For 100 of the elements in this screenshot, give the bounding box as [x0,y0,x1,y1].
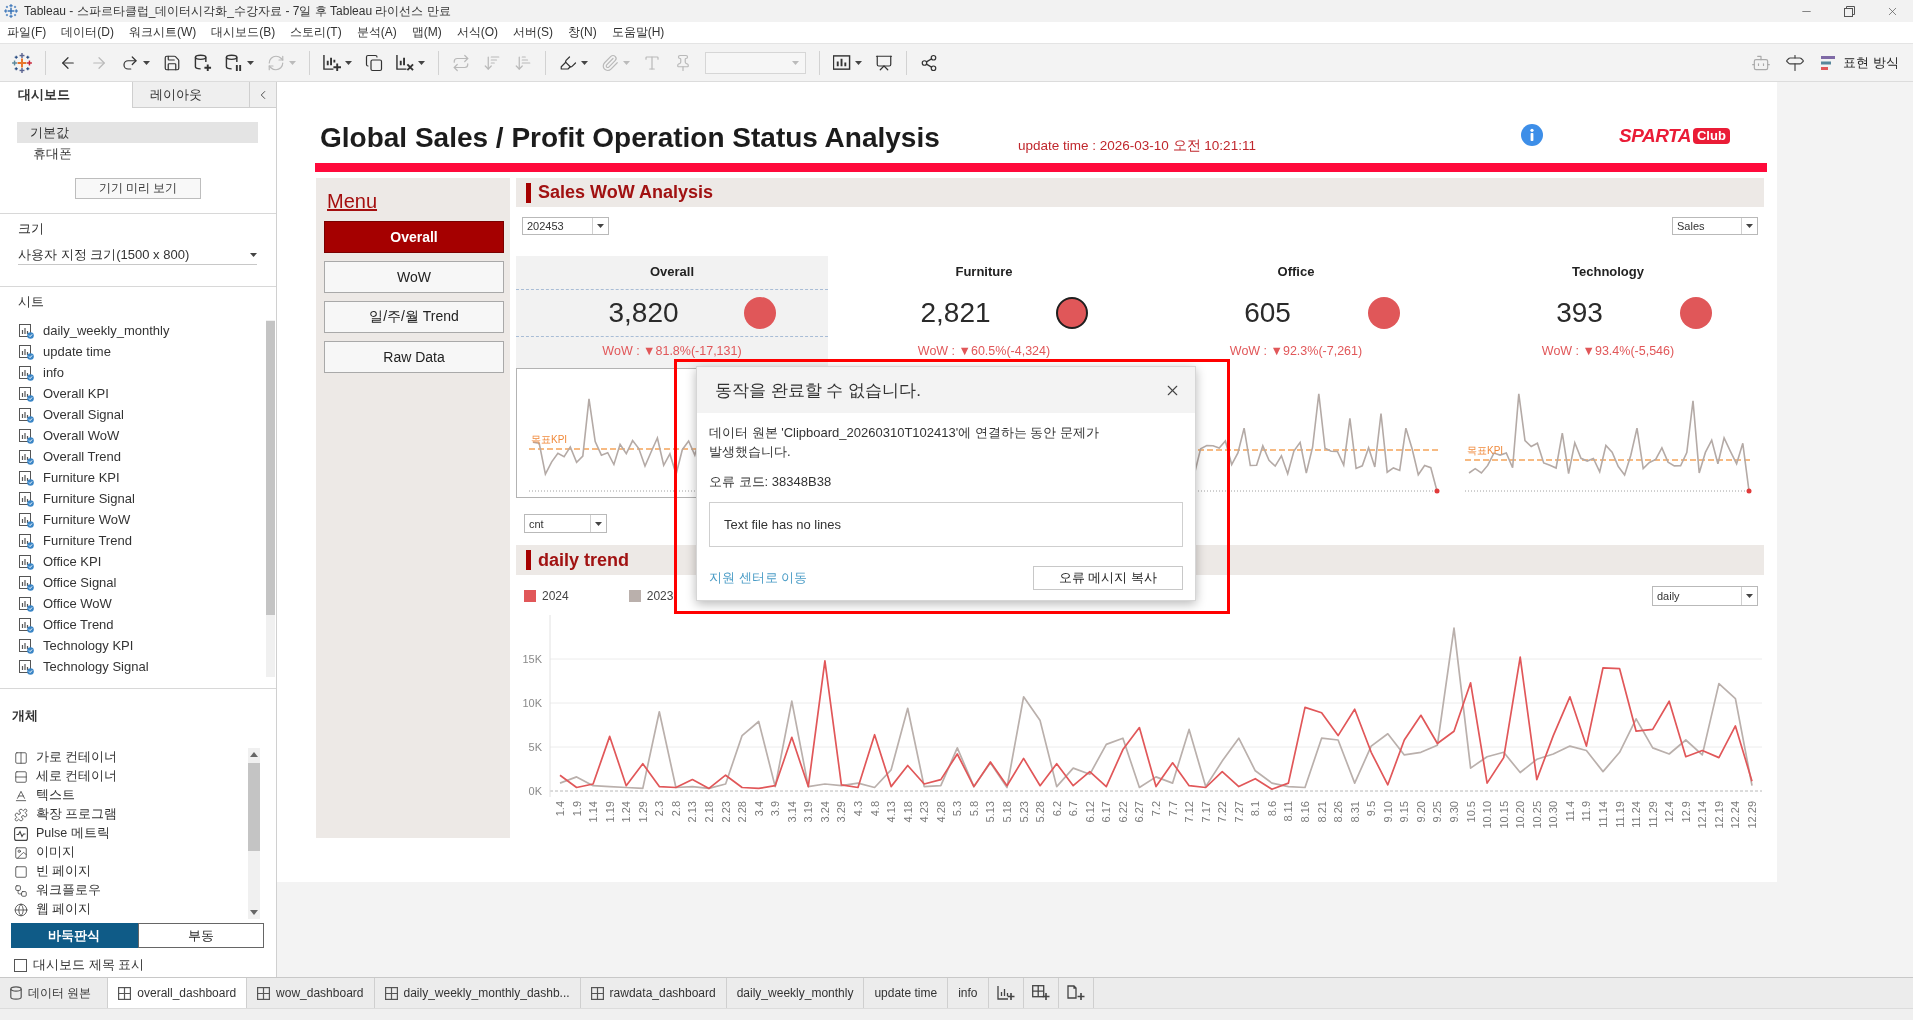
panel-tab[interactable]: 대시보드 [0,82,133,108]
sheet-item[interactable]: Technology Signal [0,656,155,677]
sheet-item[interactable]: Overall KPI [0,383,115,404]
share-icon[interactable] [920,53,938,72]
caret-icon[interactable] [1746,594,1753,598]
signal-dot-icon[interactable] [1679,297,1712,329]
presentation-icon[interactable] [875,53,893,72]
page-plus-icon[interactable] [1066,985,1085,1001]
caret-icon[interactable] [855,60,862,65]
menu-item[interactable]: 도움말(H) [611,24,665,41]
caret-icon[interactable] [345,60,352,65]
grid-plus-icon[interactable] [1031,985,1050,1001]
scrollbar-thumb[interactable] [248,763,260,851]
signpost-icon[interactable] [1785,52,1806,73]
copy-icon[interactable] [365,53,383,72]
caret-icon[interactable] [418,60,425,65]
signal-dot-icon[interactable] [1367,297,1400,329]
object-item[interactable]: 가로 컨테이너 [0,748,124,767]
caret-icon[interactable] [250,253,257,257]
device-item[interactable]: 휴대폰 [17,143,258,164]
layout-toggle-button[interactable]: 바둑판식 [11,923,138,948]
menu-item[interactable]: 파일(F) [7,24,47,41]
sheet-item[interactable]: Overall Trend [0,446,128,467]
signal-dot-icon[interactable] [1055,297,1088,329]
object-item[interactable]: 텍스트 [0,786,81,805]
menu-item[interactable]: 맵(M) [411,24,442,41]
menu-button[interactable]: 일/주/월 Trend [324,301,504,333]
size-dropdown[interactable]: 사용자 지정 크기(1500 x 800) [18,246,257,265]
sheet-tab[interactable]: overall_dashboard [108,978,248,1008]
highlighter-icon[interactable] [559,53,577,72]
info-icon[interactable] [1521,124,1543,146]
sheet-item[interactable]: Technology KPI [0,635,140,656]
menu-item[interactable]: 서버(S) [513,24,553,41]
object-item[interactable]: 웹 페이지 [0,900,98,919]
menu-item[interactable]: 대시보드(B) [211,24,276,41]
view-mode-button[interactable]: 표현 방식 [1819,49,1901,76]
object-item[interactable]: 확장 프로그램 [0,805,124,824]
worksheet-icon [18,427,34,444]
sheet-item[interactable]: Overall WoW [0,425,126,446]
metric-dropdown[interactable]: cnt [524,514,607,533]
signal-dot-icon[interactable] [743,297,776,329]
chart-plus-icon[interactable] [996,985,1015,1001]
object-item[interactable]: 이미지 [0,843,81,862]
scroll-up-icon[interactable] [250,752,258,757]
x-axis-label: 8.6 [1265,801,1278,817]
scrollbar-track[interactable] [266,320,275,677]
caret-icon[interactable] [581,60,588,65]
menu-item[interactable]: 창(N) [568,24,597,41]
granularity-dropdown[interactable]: daily [1652,586,1758,606]
layout-toggle-button[interactable]: 부동 [137,923,264,948]
scroll-down-icon[interactable] [250,910,258,915]
sheet-item[interactable]: Furniture KPI [0,467,126,488]
device-item[interactable]: 기본값 [17,122,258,143]
sheet-item[interactable]: Overall Signal [0,404,130,425]
device-preview-button[interactable]: 기기 미리 보기 [75,178,201,199]
caret-icon[interactable] [597,224,604,228]
sheet-item[interactable]: info [0,362,70,383]
chart-clear-icon[interactable] [396,53,414,72]
sheet-item[interactable]: Furniture Signal [0,488,141,509]
caret-icon[interactable] [595,521,602,526]
sheet-item[interactable]: Office KPI [0,551,108,572]
menu-item[interactable]: 서식(O) [456,24,498,41]
sheet-item[interactable]: Furniture WoW [0,509,137,530]
caret-icon[interactable] [143,60,150,65]
object-item[interactable]: 세로 컨테이너 [0,767,124,786]
scrollbar-thumb[interactable] [266,321,275,615]
caret-icon[interactable] [1746,224,1753,228]
sheet-item[interactable]: Office Trend [0,614,120,635]
menu-button[interactable]: WoW [324,261,504,293]
scrollbar-track[interactable] [248,748,260,919]
measure-dropdown[interactable]: Sales [1672,217,1758,235]
menu-button[interactable]: Raw Data [324,341,504,373]
redo-arrow-icon[interactable] [121,53,139,72]
image-icon [14,845,28,860]
sheet-item[interactable]: Office Signal [0,572,123,593]
sheet-item[interactable]: daily_weekly_monthly [0,320,176,341]
menu-item[interactable]: 스토리(T) [290,24,342,41]
restore-icon[interactable] [1844,5,1855,17]
bar-chart-icon[interactable] [833,53,851,72]
menu-item[interactable]: 데이터(D) [61,24,114,41]
menu-item[interactable]: 분석(A) [356,24,397,41]
database-plus-icon[interactable] [194,53,212,72]
caret-icon[interactable] [247,60,254,65]
app-logo-icon[interactable] [12,52,32,73]
checkbox[interactable] [14,958,27,972]
copy-error-button[interactable]: 오류 메시지 복사 [1033,566,1183,590]
object-item[interactable]: 워크플로우 [0,881,107,900]
kpi-card[interactable]: Overall 3,820 WoW : ▼81.8%(-17,131) [516,256,828,368]
object-item[interactable]: Pulse 메트릭 [0,824,116,843]
menu-item[interactable]: 워크시트(W) [129,24,197,41]
save-icon[interactable] [163,53,181,72]
menu-button[interactable]: Overall [324,221,504,253]
database-pause-icon[interactable] [225,53,243,72]
object-item[interactable]: 빈 페이지 [0,862,98,881]
sheet-item[interactable]: Office WoW [0,593,118,614]
week-dropdown[interactable]: 202453 [522,217,609,235]
chart-plus-icon[interactable] [323,53,341,72]
sheet-item[interactable]: Furniture Trend [0,530,138,551]
sheet-item[interactable]: update time [0,341,117,362]
x-axis-label: 6.22 [1116,801,1129,823]
